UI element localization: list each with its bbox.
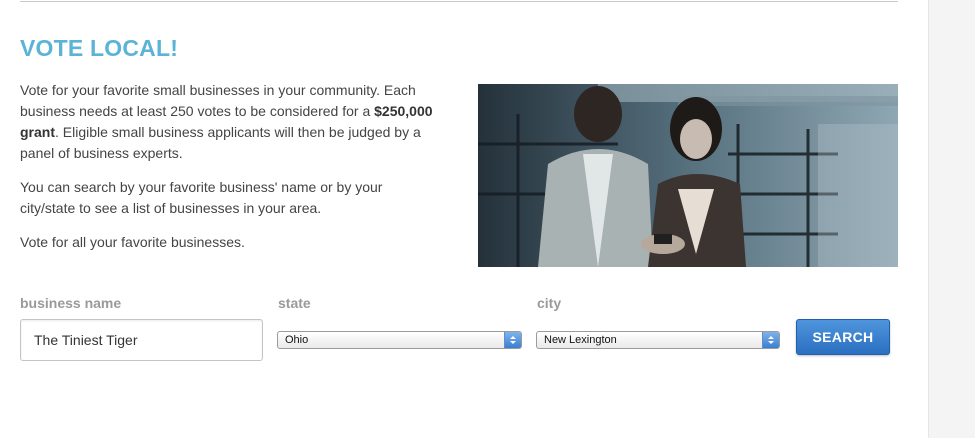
state-label: state (278, 295, 311, 311)
city-select-value: New Lexington (544, 334, 617, 346)
select-arrows-icon (762, 332, 779, 348)
hero-photo (478, 84, 898, 267)
intro-paragraph-2: You can search by your favorite business… (20, 179, 383, 216)
city-label: city (537, 295, 562, 311)
state-select-value: Ohio (285, 334, 309, 346)
intro-paragraph-3: Vote for all your favorite businesses. (20, 234, 245, 250)
updown-chevron-icon (768, 336, 774, 344)
city-select[interactable]: New Lexington (536, 331, 780, 349)
page-title: VOTE LOCAL! (20, 35, 179, 61)
search-button[interactable]: SEARCH (796, 319, 890, 355)
state-select[interactable]: Ohio (277, 331, 522, 349)
intro-text: Vote for your favorite small businesses … (20, 80, 440, 266)
business-name-input[interactable] (20, 319, 263, 361)
select-arrows-icon (504, 332, 521, 348)
intro-paragraph-1: Vote for your favorite small businesses … (20, 82, 433, 161)
updown-chevron-icon (510, 336, 516, 344)
hero-photo-illustration (478, 84, 898, 267)
business-name-label: business name (20, 295, 122, 311)
right-gutter (928, 0, 975, 438)
top-divider (20, 1, 898, 2)
